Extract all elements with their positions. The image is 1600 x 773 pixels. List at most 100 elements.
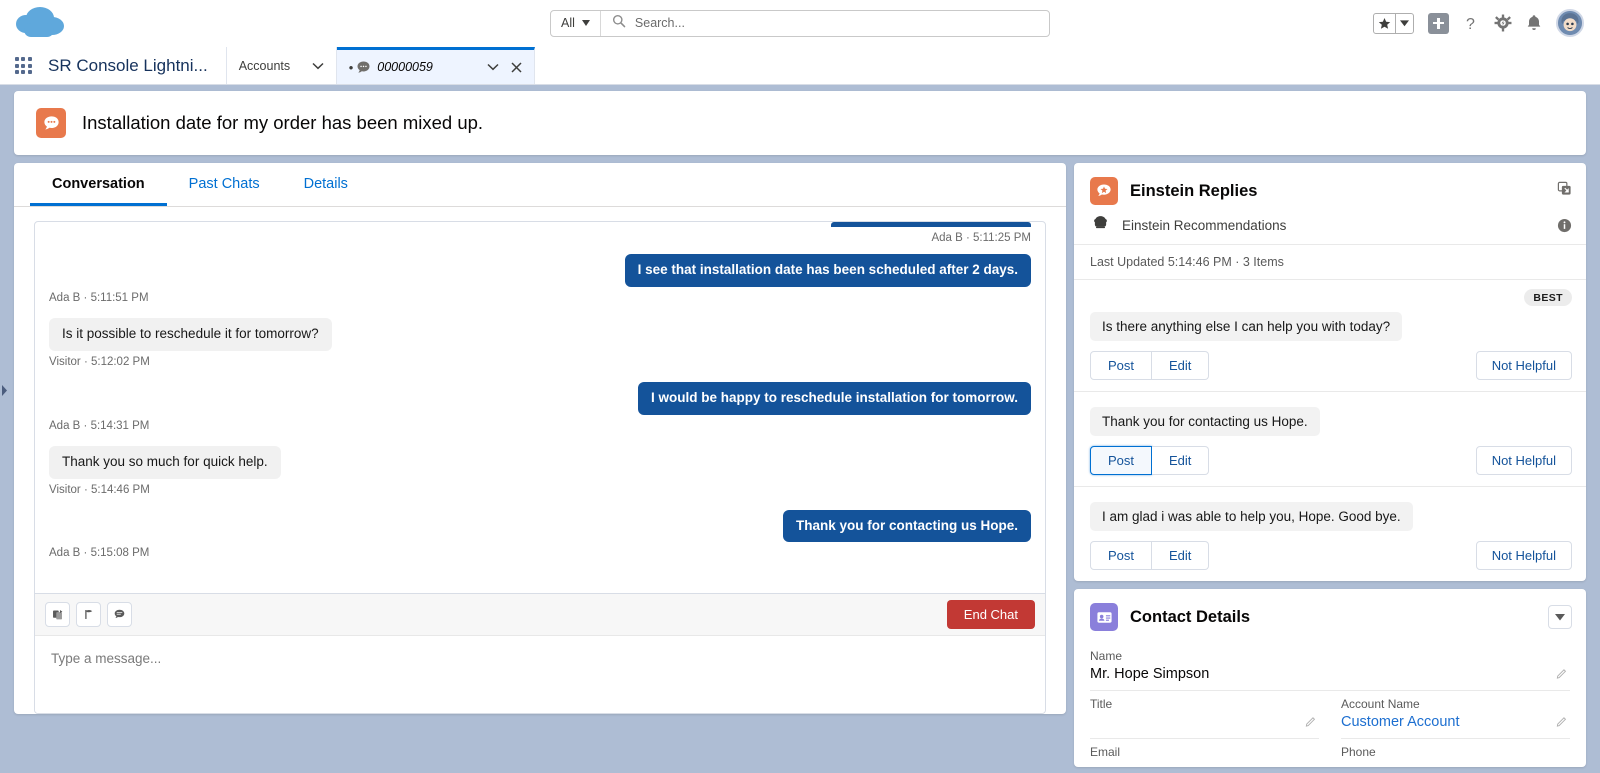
contact-field-row: Title Account Name Customer Account — [1090, 691, 1570, 739]
contact-field-email: Email — [1090, 739, 1319, 767]
contact-field-name: Name Mr. Hope Simpson — [1090, 643, 1570, 691]
contact-field-row: Email Phone — [1090, 739, 1570, 767]
live-chat-icon — [36, 108, 66, 138]
contact-details-panel: Contact Details Name Mr. Hope Simpson Ti… — [1074, 589, 1586, 767]
not-helpful-button[interactable]: Not Helpful — [1475, 541, 1572, 570]
chevron-down-icon[interactable] — [473, 63, 499, 71]
recommendation-text: I am glad i was able to help you, Hope. … — [1090, 502, 1413, 531]
field-label: Phone — [1341, 745, 1376, 759]
chat-bubble: Thank you for contacting us Hope. — [782, 509, 1031, 543]
chevron-down-icon[interactable] — [298, 62, 324, 70]
recommendation-text: Is there anything else I can help you wi… — [1090, 312, 1403, 341]
edit-button[interactable]: Edit — [1152, 351, 1210, 380]
caret-down-icon[interactable] — [1548, 605, 1572, 629]
pop-out-icon[interactable] — [1557, 181, 1572, 201]
gear-icon[interactable] — [1494, 14, 1512, 32]
close-icon[interactable] — [511, 61, 522, 73]
einstein-recommendations-subheader: Einstein Recommendations — [1074, 215, 1586, 245]
chat-message: I see that installation date has been sc… — [49, 254, 1031, 304]
status-badge: BEST — [1524, 289, 1572, 306]
chat-region: Ada B · 5:11:25 PM I see that installati… — [34, 221, 1046, 714]
contact-field-title: Title — [1090, 691, 1319, 739]
workspace-tab-00000059[interactable]: • 00000059 — [336, 47, 535, 84]
chat-message: I would be happy to reschedule installat… — [49, 381, 1031, 432]
chat-transcript[interactable]: Ada B · 5:11:25 PM I see that installati… — [35, 222, 1045, 593]
edit-pencil-icon[interactable] — [1556, 666, 1568, 684]
search-input[interactable] — [634, 16, 1049, 30]
edit-pencil-icon[interactable] — [1305, 714, 1317, 732]
contact-field-account-name: Account Name Customer Account — [1341, 691, 1570, 739]
unsaved-indicator: • — [348, 59, 354, 75]
not-helpful-button[interactable]: Not Helpful — [1475, 446, 1572, 475]
field-label: Email — [1090, 745, 1121, 759]
question-mark-icon[interactable]: ? — [1463, 14, 1480, 33]
case-highlights-panel: Installation date for my order has been … — [14, 91, 1586, 155]
contact-field-phone: Phone — [1341, 739, 1570, 767]
chat-message: Thank you for contacting us Hope. Ada B … — [49, 509, 1031, 560]
clipped-bubble — [831, 222, 1031, 227]
avatar[interactable] — [1556, 9, 1584, 37]
quick-text-icon[interactable] — [107, 602, 132, 627]
right-column: Einstein Replies Einstein Recommendation… — [1074, 163, 1586, 773]
einstein-recommendation-item: I am glad i was able to help you, Hope. … — [1074, 487, 1586, 581]
field-label: Name — [1090, 649, 1123, 663]
tab-past-chats[interactable]: Past Chats — [167, 163, 282, 206]
app-name[interactable]: SR Console Lightni... — [46, 47, 227, 84]
edit-button[interactable]: Edit — [1152, 541, 1210, 570]
chat-message-meta: Ada B · 5:11:51 PM — [49, 291, 149, 304]
header-actions: ? — [1373, 9, 1600, 37]
einstein-last-updated: Last Updated 5:14:46 PM · 3 Items — [1074, 245, 1586, 280]
einstein-recommendation-item: Thank you for contacting us Hope. Post E… — [1074, 392, 1586, 487]
conversation-tab-list: Conversation Past Chats Details — [14, 163, 1066, 207]
star-icon[interactable] — [1374, 13, 1396, 33]
field-label: Account Name — [1341, 697, 1420, 711]
chat-message-meta: Ada B · 5:15:08 PM — [49, 547, 150, 560]
field-label: Title — [1090, 697, 1113, 711]
einstein-replies-panel: Einstein Replies Einstein Recommendation… — [1074, 163, 1586, 581]
app-launcher-icon — [14, 57, 32, 74]
page-title: Installation date for my order has been … — [82, 112, 484, 133]
post-button[interactable]: Post — [1090, 446, 1153, 475]
global-add-button[interactable] — [1428, 12, 1449, 34]
message-composer[interactable]: Type a message... — [35, 635, 1045, 713]
raise-flag-icon[interactable] — [76, 602, 101, 627]
search-icon — [612, 14, 626, 33]
transfer-chat-icon[interactable] — [45, 602, 70, 627]
favorites-group[interactable] — [1373, 12, 1414, 34]
not-helpful-button[interactable]: Not Helpful — [1475, 351, 1572, 380]
einstein-icon — [1092, 215, 1109, 235]
chat-bubble: Thank you so much for quick help. — [49, 445, 281, 479]
info-icon[interactable] — [1557, 218, 1572, 233]
search-scope-selector[interactable]: All — [551, 10, 601, 36]
salesforce-cloud-logo[interactable] — [14, 3, 70, 43]
post-button[interactable]: Post — [1090, 351, 1153, 380]
chevron-down-icon[interactable] — [1396, 14, 1413, 33]
end-chat-button[interactable]: End Chat — [946, 600, 1035, 629]
chat-message-meta: Visitor · 5:14:46 PM — [49, 483, 150, 496]
post-button[interactable]: Post — [1090, 541, 1153, 570]
composer-toolbar: End Chat — [35, 593, 1045, 635]
edit-button[interactable]: Edit — [1152, 446, 1210, 475]
account-name-link[interactable]: Customer Account — [1341, 714, 1570, 733]
console-body: Installation date for my order has been … — [0, 85, 1600, 773]
conversation-card: Conversation Past Chats Details Ada B · … — [14, 163, 1066, 714]
einstein-replies-icon — [1090, 177, 1118, 205]
chat-message: Thank you so much for quick help. Visito… — [49, 445, 1031, 496]
edit-pencil-icon[interactable] — [1556, 714, 1568, 732]
chat-bubble: Is it possible to reschedule it for tomo… — [49, 317, 332, 351]
field-value — [1090, 714, 1319, 733]
app-launcher-button[interactable] — [0, 47, 46, 84]
chat-icon — [356, 60, 371, 75]
einstein-panel-header: Einstein Replies — [1074, 163, 1586, 215]
chat-message-meta: Ada B · 5:11:25 PM — [931, 232, 1031, 244]
tab-conversation[interactable]: Conversation — [30, 163, 167, 206]
global-search[interactable]: All — [550, 9, 1050, 37]
workspace-tab-accounts[interactable]: Accounts — [226, 47, 337, 84]
tab-details[interactable]: Details — [282, 163, 370, 206]
svg-text:?: ? — [1466, 16, 1475, 33]
sidebar-expand-handle[interactable] — [0, 380, 9, 400]
chat-message: Ada B · 5:11:25 PM — [49, 222, 1031, 244]
contact-details-fields: Name Mr. Hope Simpson Title Account Name… — [1074, 641, 1586, 767]
console-tab-bar: SR Console Lightni... Accounts • 0000005… — [0, 47, 1600, 85]
bell-icon[interactable] — [1526, 14, 1542, 32]
